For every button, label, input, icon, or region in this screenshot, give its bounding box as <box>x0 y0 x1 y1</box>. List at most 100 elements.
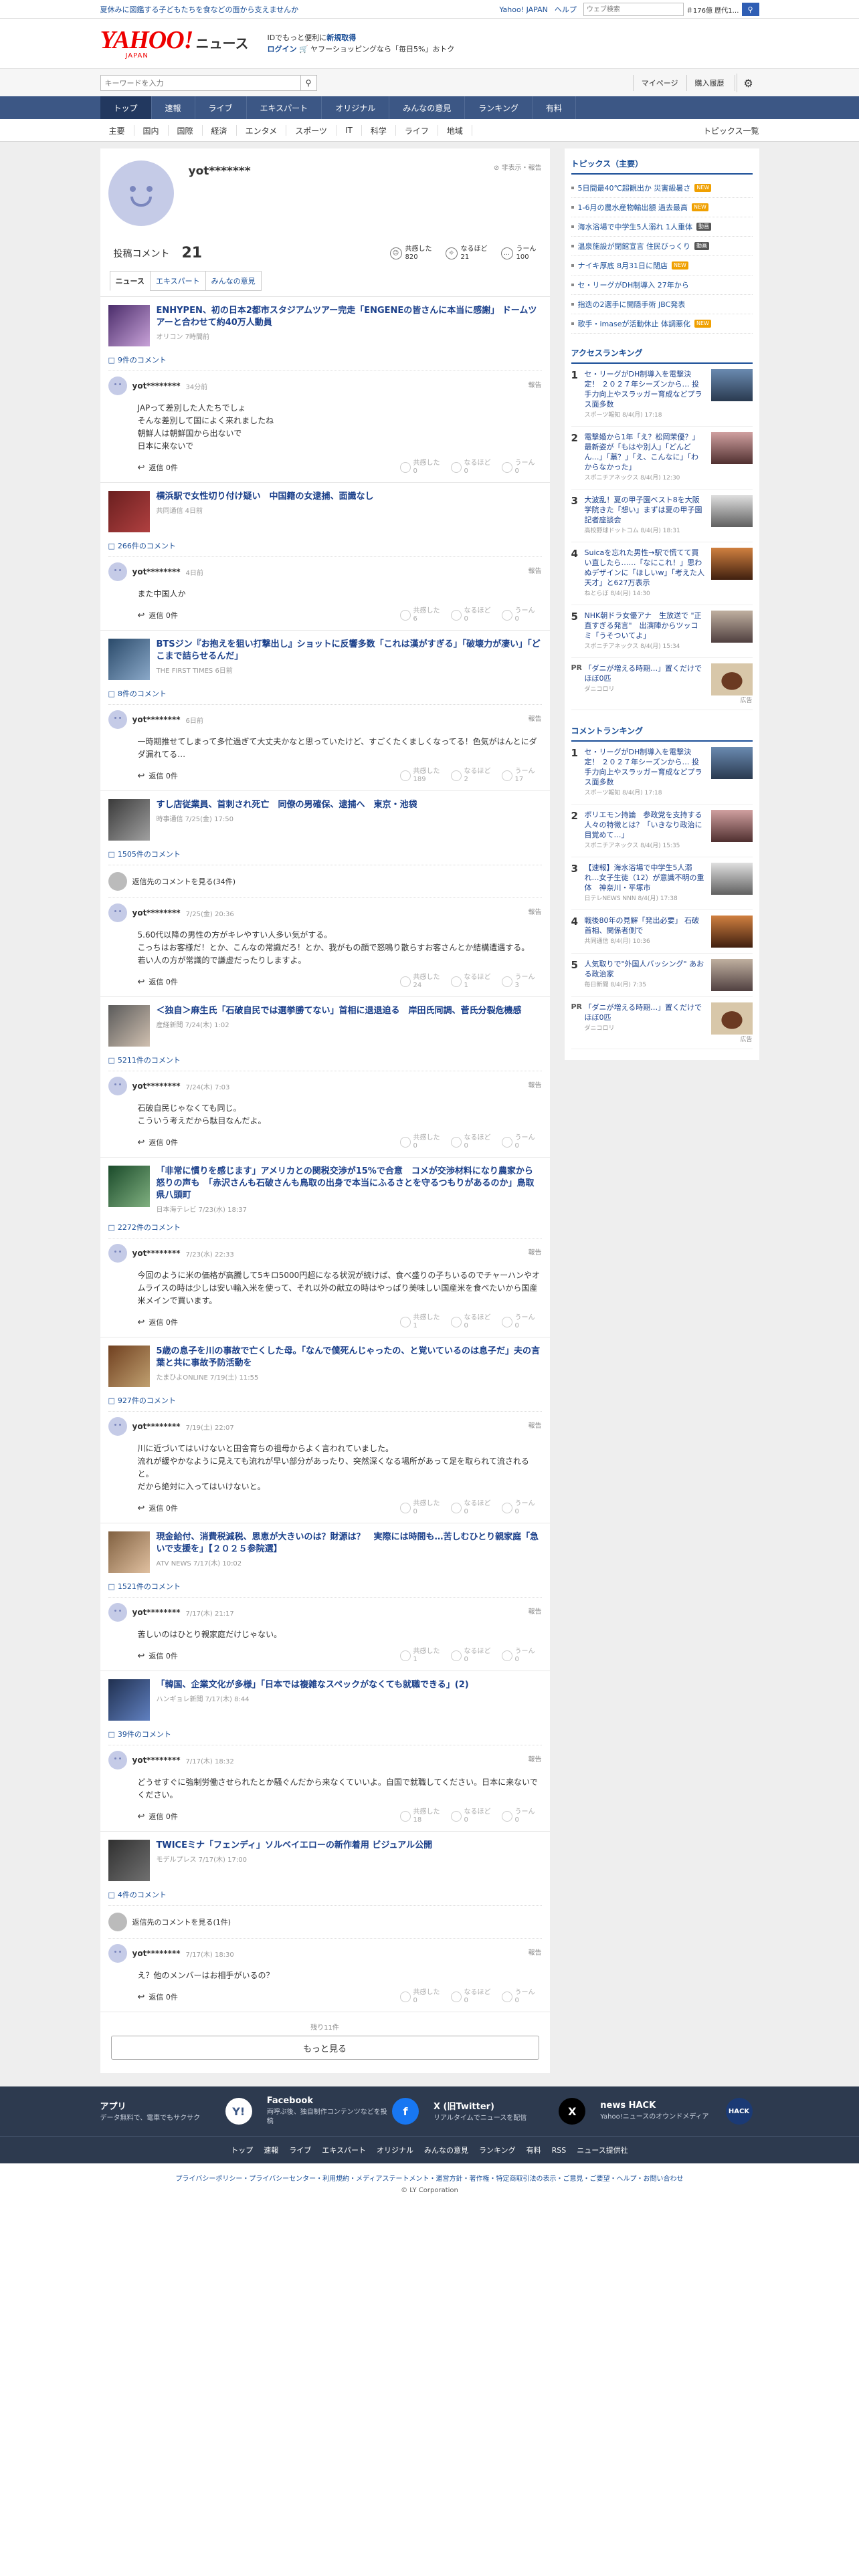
footer-link[interactable]: エキスパート <box>322 2145 366 2155</box>
report-link[interactable]: 報告 <box>529 1606 542 1616</box>
subnav-item-8[interactable]: ライフ <box>396 125 438 136</box>
react-button[interactable]: 共感した 189 <box>399 768 440 784</box>
report-link[interactable]: 報告 <box>529 1079 542 1089</box>
article-thumbnail[interactable] <box>108 305 150 346</box>
article-thumbnail[interactable] <box>108 639 150 680</box>
topic-item[interactable]: ナイキ厚底 8月31日に閉店 NEW <box>571 256 753 276</box>
article-title[interactable]: 「非常に慣りを感じます」アメリカとの関税交渉が15%で合意 コメが交渉材料になり… <box>157 1166 535 1200</box>
article-item[interactable]: TWICEミナ「フェンディ」ソルベイエローの新作着用 ビジュアル公開 モデルプレス… <box>108 1832 542 1887</box>
react-button[interactable]: なるほど 0 <box>450 1314 491 1330</box>
article-thumbnail[interactable] <box>108 491 150 532</box>
article-thumbnail[interactable] <box>108 1346 150 1387</box>
help-link[interactable]: ヘルプ <box>555 4 577 15</box>
comment-count-link[interactable]: □ 927件のコメント <box>108 1392 542 1411</box>
tab-expert[interactable]: エキスパート <box>149 271 206 291</box>
article-thumbnail[interactable] <box>108 1840 150 1881</box>
react-button[interactable]: うーん 0 <box>501 1648 542 1664</box>
nav-tab-7[interactable]: 有料 <box>533 96 576 119</box>
comment-count-link[interactable]: □ 5211件のコメント <box>108 1052 542 1071</box>
reply-button[interactable]: ↩ 返信 0件 <box>138 976 178 987</box>
reply-button[interactable]: ↩ 返信 0件 <box>138 1137 178 1148</box>
article-thumbnail[interactable] <box>108 1531 150 1573</box>
hide-report-link[interactable]: ⊘ 非表示・報告 <box>494 162 542 172</box>
reply-button[interactable]: ↩ 返信 0件 <box>138 1992 178 2002</box>
react-button[interactable]: 共感した 6 <box>399 607 440 623</box>
legal-links[interactable]: プライバシーポリシー・プライバシーセンター・利用規約・メディアステートメント・運… <box>0 2163 859 2187</box>
article-thumbnail[interactable] <box>108 799 150 841</box>
article-title[interactable]: すし店従業員、首刺され死亡 同僚の男確保、逮捕へ 東京・池袋 <box>157 800 417 810</box>
footer-link[interactable]: オリジナル <box>377 2145 413 2155</box>
react-button[interactable]: うーん 0 <box>501 1134 542 1150</box>
react-button[interactable]: なるほど 0 <box>450 1134 491 1150</box>
footer-app[interactable]: アプリ データ無料で、電車でもサクサク Y! <box>100 2098 259 2125</box>
report-link[interactable]: 報告 <box>529 1420 542 1430</box>
nav-tab-3[interactable]: エキスパート <box>247 96 322 119</box>
subnav-item-0[interactable]: 主要 <box>100 125 134 136</box>
react-button[interactable]: うーん 0 <box>501 459 542 475</box>
show-parent-comment-link[interactable]: 返信先のコメントを見る(34件) <box>108 865 542 897</box>
comment-count-link[interactable]: □ 2272件のコメント <box>108 1219 542 1238</box>
article-item[interactable]: 「非常に慣りを感じます」アメリカとの関税交渉が15%で合意 コメが交渉材料になり… <box>108 1158 542 1219</box>
report-link[interactable]: 報告 <box>529 906 542 916</box>
topic-item[interactable]: 指迭の2選手に開隠手術 JBC発表 <box>571 295 753 314</box>
nav-tab-4[interactable]: オリジナル <box>322 96 390 119</box>
react-button[interactable]: 共感した 24 <box>399 974 440 990</box>
article-title[interactable]: 5歳の息子を川の事故で亡くした母。「なんで僕死んじゃったの、と覚いているのは息子… <box>157 1346 541 1368</box>
footer-link[interactable]: みんなの意見 <box>424 2145 468 2155</box>
signup-link[interactable]: 新規取得 <box>326 33 356 42</box>
report-link[interactable]: 報告 <box>529 565 542 575</box>
subnav-item-9[interactable]: 地域 <box>438 125 472 136</box>
react-button[interactable]: 共感した 18 <box>399 1808 440 1824</box>
comment-count-link[interactable]: □ 8件のコメント <box>108 685 542 704</box>
report-link[interactable]: 報告 <box>529 1247 542 1257</box>
ranking-item[interactable]: 1 セ・リーグがDH制導入を電撃決定！ ２０２７年シーズンから… 投手力向上やスラ… <box>571 742 753 804</box>
footer-link[interactable]: トップ <box>231 2145 253 2155</box>
article-item[interactable]: 横浜駅で女性切り付け疑い 中国籍の女逮捕、面識なし 共同通信 4日前 <box>108 483 542 538</box>
article-item[interactable]: BTSジン『お抱えを狙い打撃出し』ショットに反響多数「これは漢がすぎる」「破壊力… <box>108 631 542 685</box>
subnav-item-1[interactable]: 国内 <box>134 125 169 136</box>
reply-button[interactable]: ↩ 返信 0件 <box>138 1317 178 1327</box>
keyword-input[interactable] <box>100 75 301 91</box>
comment-count-link[interactable]: □ 1505件のコメント <box>108 846 542 865</box>
footer-link[interactable]: ランキング <box>479 2145 516 2155</box>
react-button[interactable]: なるほど 0 <box>450 1808 491 1824</box>
react-button[interactable]: うーん 0 <box>501 1808 542 1824</box>
react-button[interactable]: 共感した 1 <box>399 1314 440 1330</box>
show-parent-comment-link[interactable]: 返信先のコメントを見る(1件) <box>108 1905 542 1938</box>
nav-tab-2[interactable]: ライブ <box>195 96 247 119</box>
footer-link[interactable]: 有料 <box>527 2145 541 2155</box>
react-button[interactable]: 共感した 0 <box>399 1134 440 1150</box>
ranking-item[interactable]: 4 Suicaを忘れた男性→駅で慌てて買い直したら……「なにこれ！」思わぬデザイン… <box>571 542 753 605</box>
footer-facebook[interactable]: Facebook 両呼ぶ後、独自制作コンテンツなどを投稿 f <box>267 2096 425 2127</box>
topic-item[interactable]: 5日間最40℃超観出か 災害級暑さ NEW <box>571 179 753 198</box>
react-button[interactable]: なるほど 0 <box>450 1989 491 2005</box>
article-title[interactable]: ＜独自＞麻生氏「石破自民では選挙勝てない」首相に退退迫る 岸田氏同調、菅氏分裂危… <box>157 1006 522 1016</box>
comment-count-link[interactable]: □ 39件のコメント <box>108 1726 542 1745</box>
pr-item[interactable]: PR 「ダニが増える時期…」置くだけでほぼ0匹 ダニコロリ 広告 <box>571 658 753 710</box>
subnav-item-4[interactable]: エンタメ <box>237 125 287 136</box>
search-trend[interactable]: ＃176億 歴代1… <box>686 5 739 15</box>
comment-count-link[interactable]: □ 266件のコメント <box>108 538 542 556</box>
ranking-item[interactable]: 4 戦後80年の見解「発出必要」 石破首相、関係者側で 共同通信 8/4(月) 10… <box>571 910 753 954</box>
comment-count-link[interactable]: □ 4件のコメント <box>108 1887 542 1905</box>
react-button[interactable]: 共感した 0 <box>399 459 440 475</box>
subnav-item-2[interactable]: 国際 <box>169 125 203 136</box>
ranking-item[interactable]: 3 【速報】海水浴場で中学生5人溺れ…女子生徒（12）が意識不明の重体 神奈川・平… <box>571 857 753 910</box>
ranking-item[interactable]: 3 大波乱！夏の甲子園ベスト8を大阪学院きた「想い」まずは夏の甲子園記者座談会 高校… <box>571 490 753 542</box>
comment-count-link[interactable]: □ 9件のコメント <box>108 352 542 370</box>
load-more-button[interactable]: もっと見る <box>110 2036 539 2060</box>
web-search-input[interactable] <box>583 3 684 16</box>
tab-news[interactable]: ニュース <box>109 271 151 291</box>
web-search-button[interactable]: ⚲ <box>741 3 759 16</box>
keyword-search-button[interactable]: ⚲ <box>300 75 317 91</box>
article-title[interactable]: 横浜駅で女性切り付け疑い 中国籍の女逮捕、面識なし <box>157 492 374 502</box>
nav-tab-0[interactable]: トップ <box>100 96 152 119</box>
topic-item[interactable]: 1-6月の農水産物輸出額 過去最高 NEW <box>571 198 753 217</box>
reply-button[interactable]: ↩ 返信 0件 <box>138 1503 178 1513</box>
react-button[interactable]: なるほど 0 <box>450 1500 491 1516</box>
nav-tab-6[interactable]: ランキング <box>465 96 533 119</box>
report-link[interactable]: 報告 <box>529 1753 542 1763</box>
topic-item[interactable]: セ・リーグがDH制導入 27年から <box>571 276 753 295</box>
article-item[interactable]: 5歳の息子を川の事故で亡くした母。「なんで僕死んじゃったの、と覚いているのは息子… <box>108 1337 542 1392</box>
article-item[interactable]: ENHYPEN、初の日本2都市スタジアムツアー完走「ENGENEの皆さんに本当に… <box>108 297 542 352</box>
